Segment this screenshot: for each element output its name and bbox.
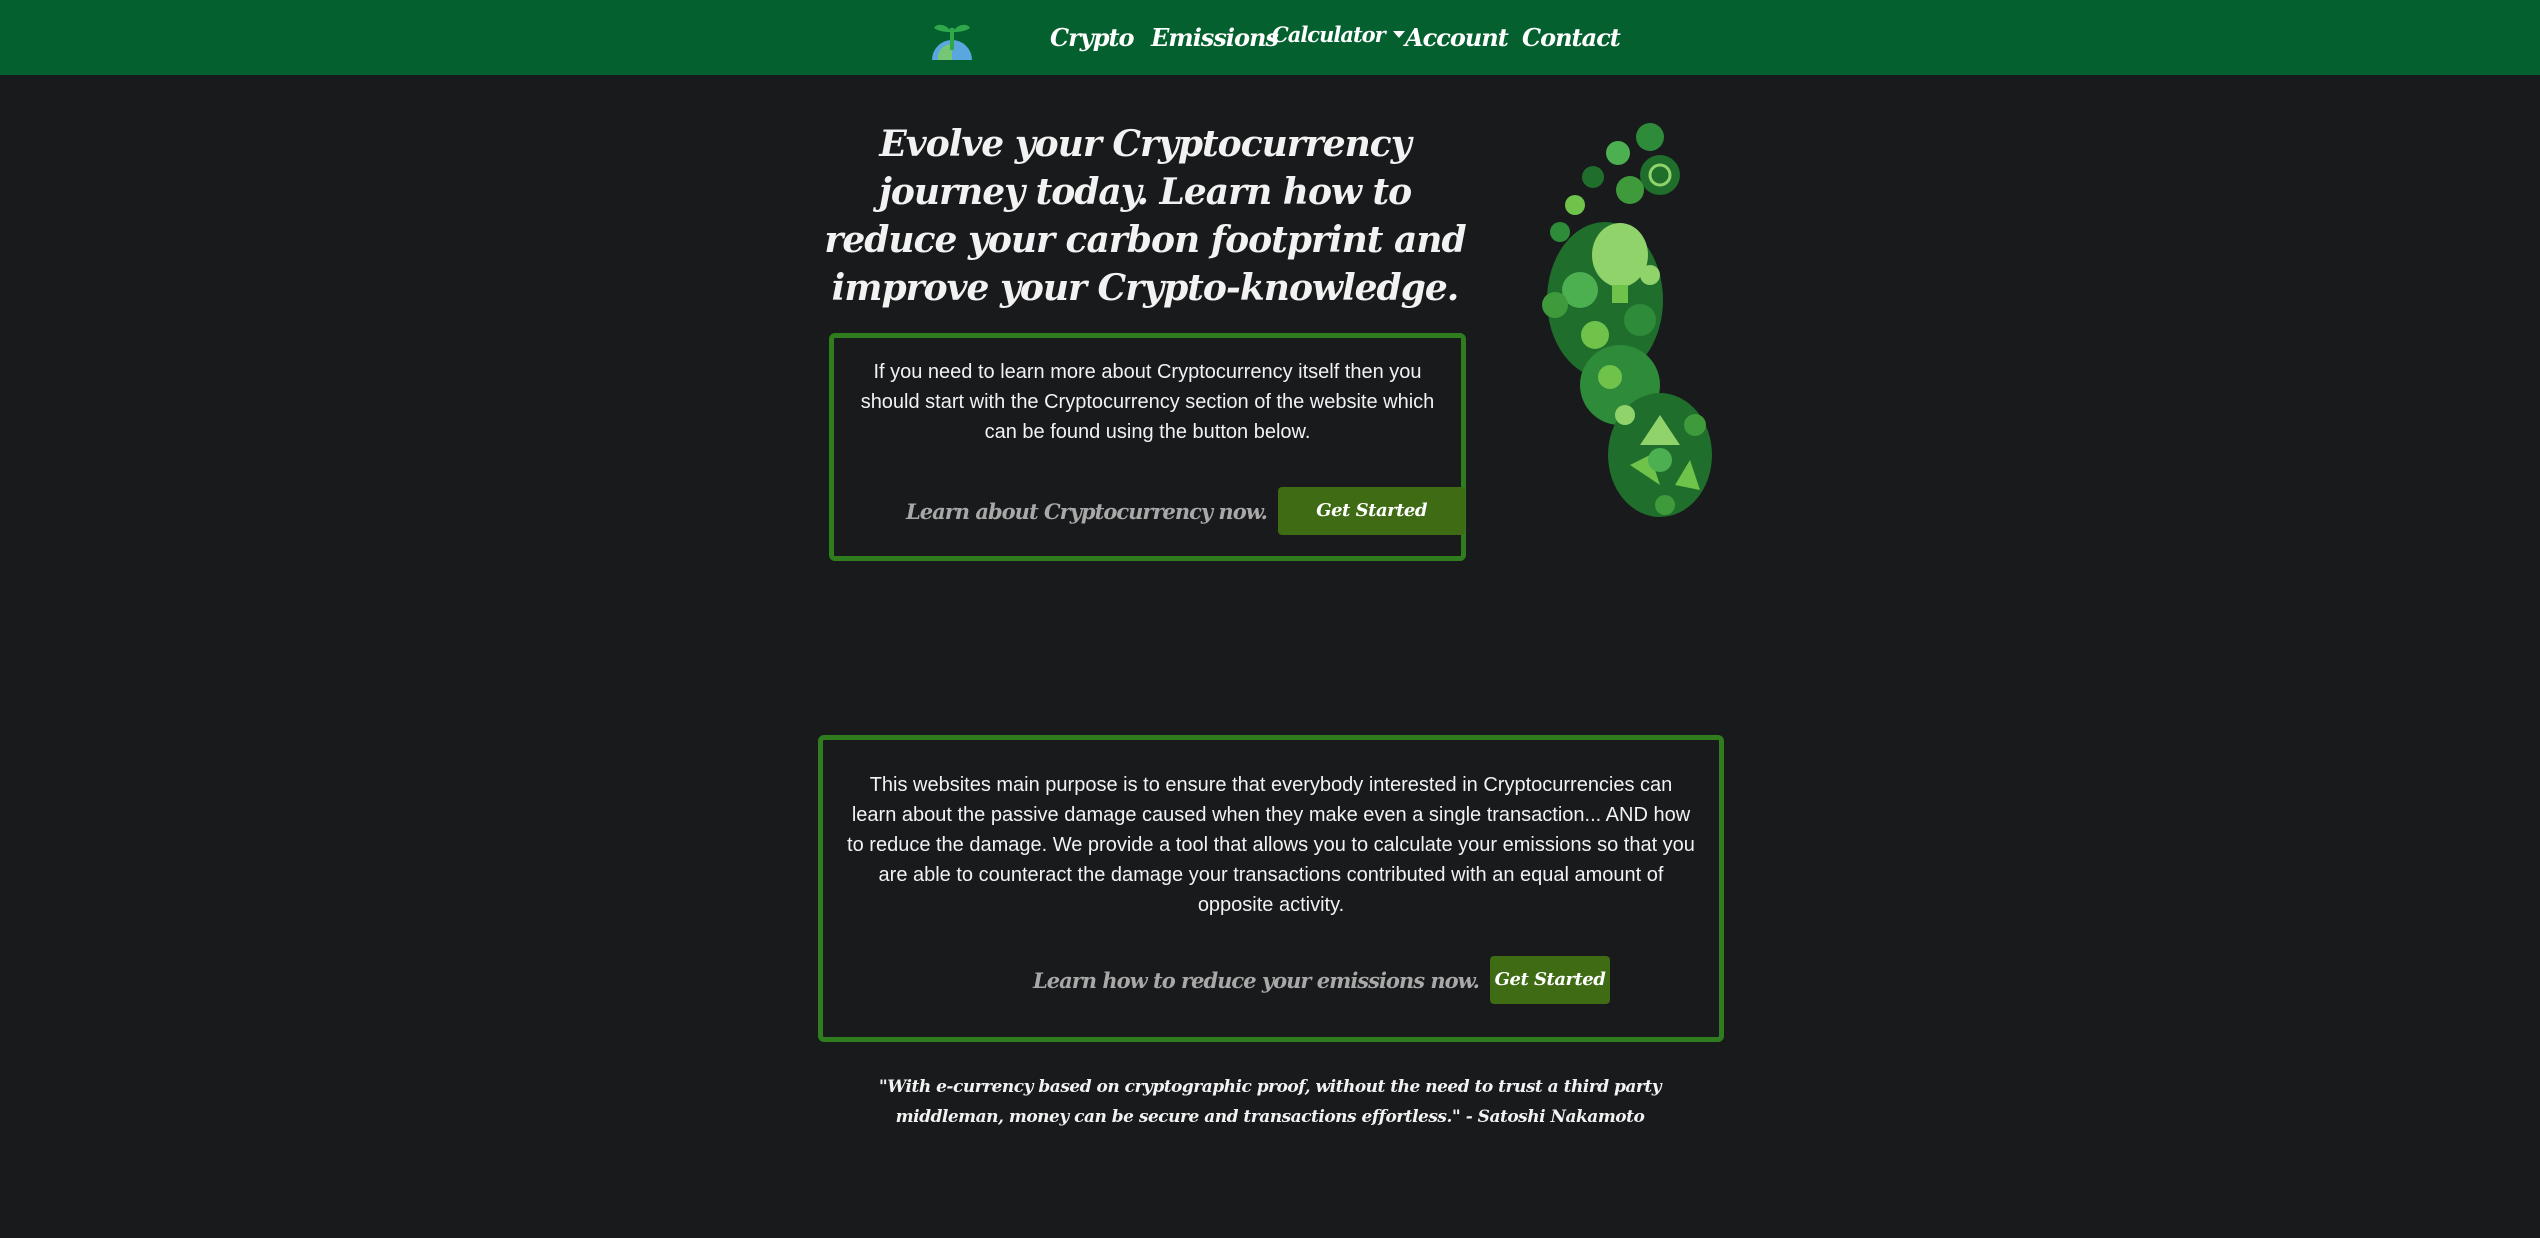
nav-calculator-label: Calculator: [1272, 22, 1386, 47]
hero-title: Evolve your Cryptocurrency journey today…: [824, 123, 1466, 309]
crypto-cta-row: Learn about Cryptocurrency now. Get Star…: [906, 487, 1466, 535]
emissions-cta-text: Learn how to reduce your emissions now.: [1033, 967, 1480, 993]
emissions-info-card: This websites main purpose is to ensure …: [818, 735, 1724, 1042]
sprout-globe-logo-icon[interactable]: [928, 14, 976, 62]
eco-footprint-image: [1500, 115, 1740, 525]
nav-contact-link[interactable]: Contact: [1522, 0, 1621, 75]
nav-calculator-dropdown[interactable]: Calculator: [1272, 0, 1405, 75]
navbar: Crypto Emissions Calculator Account Cont…: [0, 0, 2540, 75]
emissions-get-started-button[interactable]: Get Started: [1489, 956, 1610, 1004]
emissions-info-text: This websites main purpose is to ensure …: [847, 774, 1695, 916]
satoshi-quote: "With e-currency based on cryptographic …: [878, 1077, 1662, 1127]
emissions-cta-row: Learn how to reduce your emissions now. …: [1033, 956, 1610, 1004]
nav-emissions-link[interactable]: Emissions: [1151, 0, 1279, 75]
crypto-cta-text: Learn about Cryptocurrency now.: [906, 498, 1268, 524]
nav-account-link[interactable]: Account: [1405, 0, 1509, 75]
crypto-info-text: If you need to learn more about Cryptocu…: [860, 361, 1435, 443]
nav-crypto-link[interactable]: Crypto: [1050, 0, 1135, 75]
chevron-down-icon: [1392, 31, 1405, 38]
crypto-get-started-button[interactable]: Get Started: [1278, 487, 1466, 535]
crypto-info-card: If you need to learn more about Cryptocu…: [829, 333, 1466, 561]
